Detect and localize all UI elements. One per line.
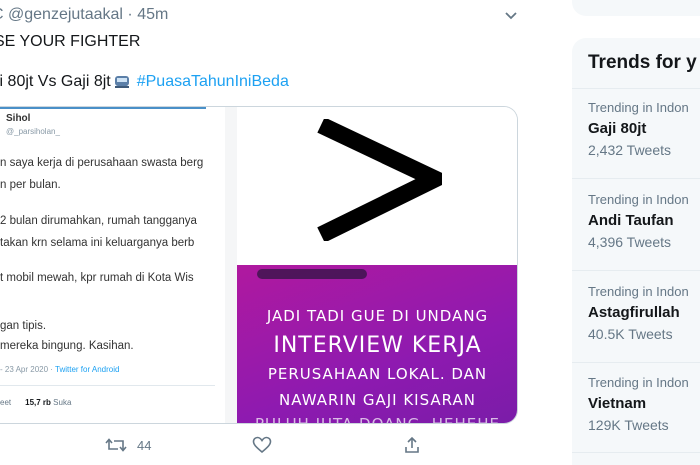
story-text-line: NAWARIN GAJI KISARAN xyxy=(279,391,476,409)
embedded-tweet-card: Sihol @_parsiholan_ n saya kerja di peru… xyxy=(0,107,225,424)
share-button[interactable] xyxy=(403,436,421,454)
trends-title: Trends for y xyxy=(588,52,697,73)
embedded-tweet-screenshot[interactable]: Sihol @_parsiholan_ n saya kerja di peru… xyxy=(0,107,237,424)
trend-count: 4,396 Tweets xyxy=(588,234,672,250)
trend-item[interactable]: Trending in Indon Andi Taufan 4,396 Twee… xyxy=(588,192,700,250)
embedded-tweet-stats: eet 15,7 rb Suka xyxy=(0,398,71,407)
trend-item[interactable]: Trending in Indon Vietnam 129K Tweets xyxy=(588,375,700,433)
trend-name[interactable]: Gaji 80jt xyxy=(588,120,700,137)
embedded-text-line: n saya kerja di perusahaan swasta berg xyxy=(0,157,204,169)
story-purple-area: JADI TADI GUE DI UNDANG INTERVIEW KERJA … xyxy=(237,265,517,424)
search-box-fragment[interactable] xyxy=(572,0,700,16)
trend-name[interactable]: Andi Taufan xyxy=(588,212,700,229)
trend-context: Trending in Indon xyxy=(588,284,689,299)
author-name-fragment[interactable]: C xyxy=(0,6,8,23)
embedded-text-line: t mobil mewah, kpr rumah di Kota Wis xyxy=(0,272,194,284)
trends-divider xyxy=(572,270,700,271)
embedded-likes-count: 15,7 rb xyxy=(25,398,51,407)
tweet-action-bar: 44 xyxy=(100,436,520,458)
embedded-text-line: 2 bulan dirumahkan, rumah tangganya xyxy=(0,215,197,227)
heart-icon xyxy=(252,436,272,454)
blurred-username xyxy=(257,269,367,279)
trend-count: 129K Tweets xyxy=(588,417,669,433)
tweet-text-line-1: SE YOUR FIGHTER xyxy=(0,33,141,50)
tweet-menu-chevron-icon[interactable] xyxy=(503,8,519,24)
embedded-date: - 23 Apr 2020 · xyxy=(0,365,55,374)
greater-than-symbol xyxy=(317,119,442,241)
embedded-source: Twitter for Android xyxy=(55,365,120,374)
embedded-author-handle: @_parsiholan_ xyxy=(6,127,60,136)
tweet-time[interactable]: 45m xyxy=(137,6,168,23)
trend-context: Trending in Indon xyxy=(588,375,689,390)
share-icon xyxy=(405,436,419,453)
trends-divider xyxy=(572,452,700,453)
trend-name[interactable]: Astagfirullah xyxy=(588,304,700,321)
tweet-text-line-2: ji 80jt Vs Gaji 8jt #PuasaTahunIniBeda xyxy=(0,73,289,91)
train-emoji-icon xyxy=(114,76,129,88)
story-white-area xyxy=(237,107,517,265)
trend-name[interactable]: Vietnam xyxy=(588,395,700,412)
embedded-text-line: gan tipis. xyxy=(0,320,47,332)
trend-count: 40.5K Tweets xyxy=(588,326,673,342)
story-text-line: PULUH JUTA DOANG. HEHEHE xyxy=(254,415,501,424)
trends-divider xyxy=(572,362,700,363)
embedded-likes-label: Suka xyxy=(53,398,72,407)
embedded-author-name: Sihol xyxy=(6,113,31,124)
hashtag-link[interactable]: #PuasaTahunIniBeda xyxy=(137,73,289,91)
embedded-divider xyxy=(0,385,215,386)
story-text-line: JADI TADI GUE DI UNDANG xyxy=(266,307,489,325)
trends-divider xyxy=(572,88,700,89)
screenshot-top-border xyxy=(0,107,206,109)
like-button[interactable] xyxy=(252,436,272,454)
embedded-text-line: n per bulan. xyxy=(0,179,61,191)
trend-count: 2,432 Tweets xyxy=(588,142,672,158)
trend-item[interactable]: Trending in Indon Astagfirullah 40.5K Tw… xyxy=(588,284,700,342)
tweet-media[interactable]: Sihol @_parsiholan_ n saya kerja di peru… xyxy=(0,106,518,424)
retweet-icon xyxy=(105,438,127,452)
story-text-line: INTERVIEW KERJA xyxy=(273,333,482,358)
screenshot-bottom-border xyxy=(0,423,206,424)
author-handle[interactable]: @genzejutaakal xyxy=(8,6,123,23)
embedded-text-line: takan krn selama ini keluarganya berb xyxy=(0,237,195,249)
trends-panel: Trends for y Trending in Indon Gaji 80jt… xyxy=(572,38,700,465)
story-screenshot[interactable]: JADI TADI GUE DI UNDANG INTERVIEW KERJA … xyxy=(237,107,517,424)
tweet-header: C @genzejutaakal · 45m xyxy=(0,6,168,24)
tweet-text-gaji: ji 80jt Vs Gaji 8jt xyxy=(0,73,111,90)
embedded-stats-label: eet xyxy=(0,398,12,407)
embedded-text-line: mereka bingung. Kasihan. xyxy=(0,340,134,352)
retweet-button[interactable]: 44 xyxy=(105,436,151,454)
trend-context: Trending in Indon xyxy=(588,100,689,115)
retweet-count: 44 xyxy=(137,437,152,453)
embedded-tweet-meta: - 23 Apr 2020 · Twitter for Android xyxy=(0,365,119,374)
trend-item[interactable]: Trending in Indon Gaji 80jt 2,432 Tweets xyxy=(588,100,700,158)
trend-context: Trending in Indon xyxy=(588,192,689,207)
trends-divider xyxy=(572,178,700,179)
story-text-line: PERUSAHAAN LOKAL. DAN xyxy=(267,365,488,383)
